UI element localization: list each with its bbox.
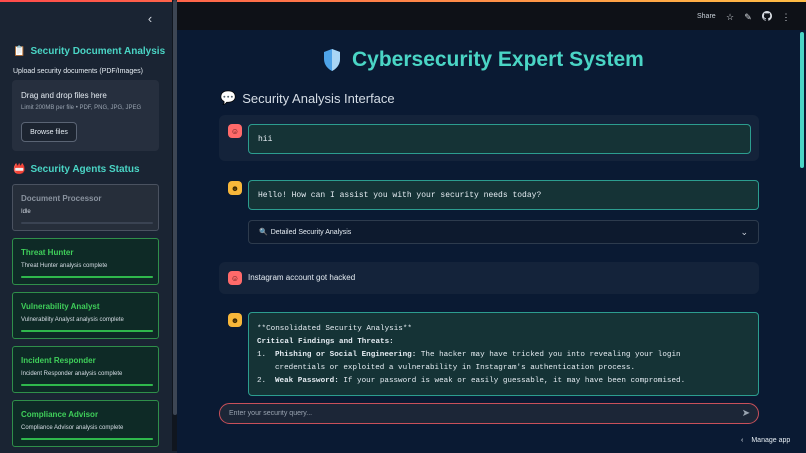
agents-section-heading: 📛 Security Agents Status (13, 164, 140, 175)
bot-avatar-icon: ☻ (228, 181, 242, 195)
bot-analysis-bubble: **Consolidated Security Analysis** Criti… (248, 312, 759, 396)
agent-name: Document Processor (21, 194, 102, 203)
finding-text: If your password is weak or easily guess… (338, 377, 686, 385)
page-title: Cybersecurity Expert System (322, 48, 644, 72)
chevron-down-icon: ⌄ (740, 227, 748, 237)
app-title-text: Cybersecurity Expert System (352, 48, 644, 71)
manage-app-button[interactable]: ‹ Manage app (741, 437, 790, 444)
main-scrollbar[interactable] (800, 32, 804, 168)
magnifier-icon: 🔍 (259, 229, 268, 236)
agent-name: Incident Responder (21, 356, 96, 365)
browse-files-button[interactable]: Browse files (21, 122, 77, 142)
clipboard-icon: 📋 (13, 46, 26, 57)
badge-icon: 📛 (13, 164, 26, 175)
collapse-sidebar-button[interactable]: ‹ (144, 12, 156, 26)
list-item: 2. Weak Password: If your password is we… (257, 375, 750, 388)
agent-status: Threat Hunter analysis complete (21, 263, 108, 269)
chevron-left-icon: ‹ (741, 437, 744, 444)
agent-status: Idle (21, 209, 31, 215)
dropzone-limit: Limit 200MB per file • PDF, PNG, JPG, JP… (21, 105, 142, 111)
agent-card-document-processor: Document Processor Idle (12, 184, 159, 231)
list-number: 2. (257, 377, 267, 385)
manage-app-label: Manage app (751, 437, 791, 444)
bot-message-bubble: Hello! How can I assist you with your se… (248, 180, 759, 210)
github-icon[interactable] (761, 11, 773, 23)
finding-title: Phishing or Social Engineering: (275, 351, 417, 359)
agent-status: Incident Responder analysis complete (21, 371, 123, 377)
agent-name: Vulnerability Analyst (21, 302, 100, 311)
subtitle-text: Security Analysis Interface (242, 90, 395, 106)
list-item: 1. Phishing or Social Engineering: The h… (257, 349, 750, 375)
finding-text: The hacker may have tricked you into rev… (416, 351, 681, 359)
agent-progress-bar (21, 222, 153, 224)
file-dropzone[interactable]: Drag and drop files here Limit 200MB per… (12, 80, 159, 151)
security-query-input[interactable] (229, 410, 729, 417)
user-avatar-icon: ☺ (228, 271, 242, 285)
doc-section-title: Security Document Analysis (30, 46, 166, 57)
analysis-subheading: Critical Findings and Threats: (257, 338, 394, 346)
agent-status: Vulnerability Analyst analysis complete (21, 317, 124, 323)
sidebar-scrollbar[interactable] (173, 0, 177, 415)
detailed-analysis-expander[interactable]: 🔍 Detailed Security Analysis ⌄ (248, 220, 759, 244)
speech-bubble-icon: 💬 (220, 90, 237, 105)
share-button[interactable]: Share (697, 13, 716, 20)
user-message-text: Instagram account got hacked (248, 273, 356, 282)
section-subtitle: 💬 Security Analysis Interface (220, 90, 395, 106)
finding-text-cont: credentials or exploited a vulnerability… (275, 364, 636, 372)
agents-section-title: Security Agents Status (30, 164, 140, 175)
send-icon[interactable]: ➤ (740, 408, 752, 420)
agent-status: Compliance Advisor analysis complete (21, 425, 124, 431)
agent-name: Compliance Advisor (21, 410, 99, 419)
doc-section-heading: 📋 Security Document Analysis (13, 46, 165, 57)
analysis-header: **Consolidated Security Analysis** (257, 325, 412, 333)
agent-progress-bar (21, 384, 153, 386)
expander-label: Detailed Security Analysis (270, 228, 352, 236)
agent-card-threat-hunter: Threat Hunter Threat Hunter analysis com… (12, 238, 159, 285)
more-icon[interactable]: ⋮ (780, 11, 792, 23)
agent-progress-bar (21, 330, 153, 332)
upload-label: Upload security documents (PDF/Images) (13, 68, 143, 75)
user-message-bubble: hii (248, 124, 751, 154)
agent-card-incident-responder: Incident Responder Incident Responder an… (12, 346, 159, 393)
dropzone-title: Drag and drop files here (21, 91, 107, 100)
agent-card-vulnerability-analyst: Vulnerability Analyst Vulnerability Anal… (12, 292, 159, 339)
bot-avatar-icon: ☻ (228, 313, 242, 327)
chat-input-container[interactable]: ➤ (219, 403, 759, 424)
finding-title: Weak Password: (275, 377, 339, 385)
edit-icon[interactable]: ✎ (742, 11, 754, 23)
shield-icon (324, 49, 340, 71)
agent-progress-bar (21, 276, 153, 278)
list-number: 1. (257, 351, 267, 359)
user-avatar-icon: ☺ (228, 124, 242, 138)
star-icon[interactable]: ☆ (724, 11, 736, 23)
agent-card-compliance-advisor: Compliance Advisor Compliance Advisor an… (12, 400, 159, 447)
agent-name: Threat Hunter (21, 248, 74, 257)
agent-progress-bar (21, 438, 153, 440)
